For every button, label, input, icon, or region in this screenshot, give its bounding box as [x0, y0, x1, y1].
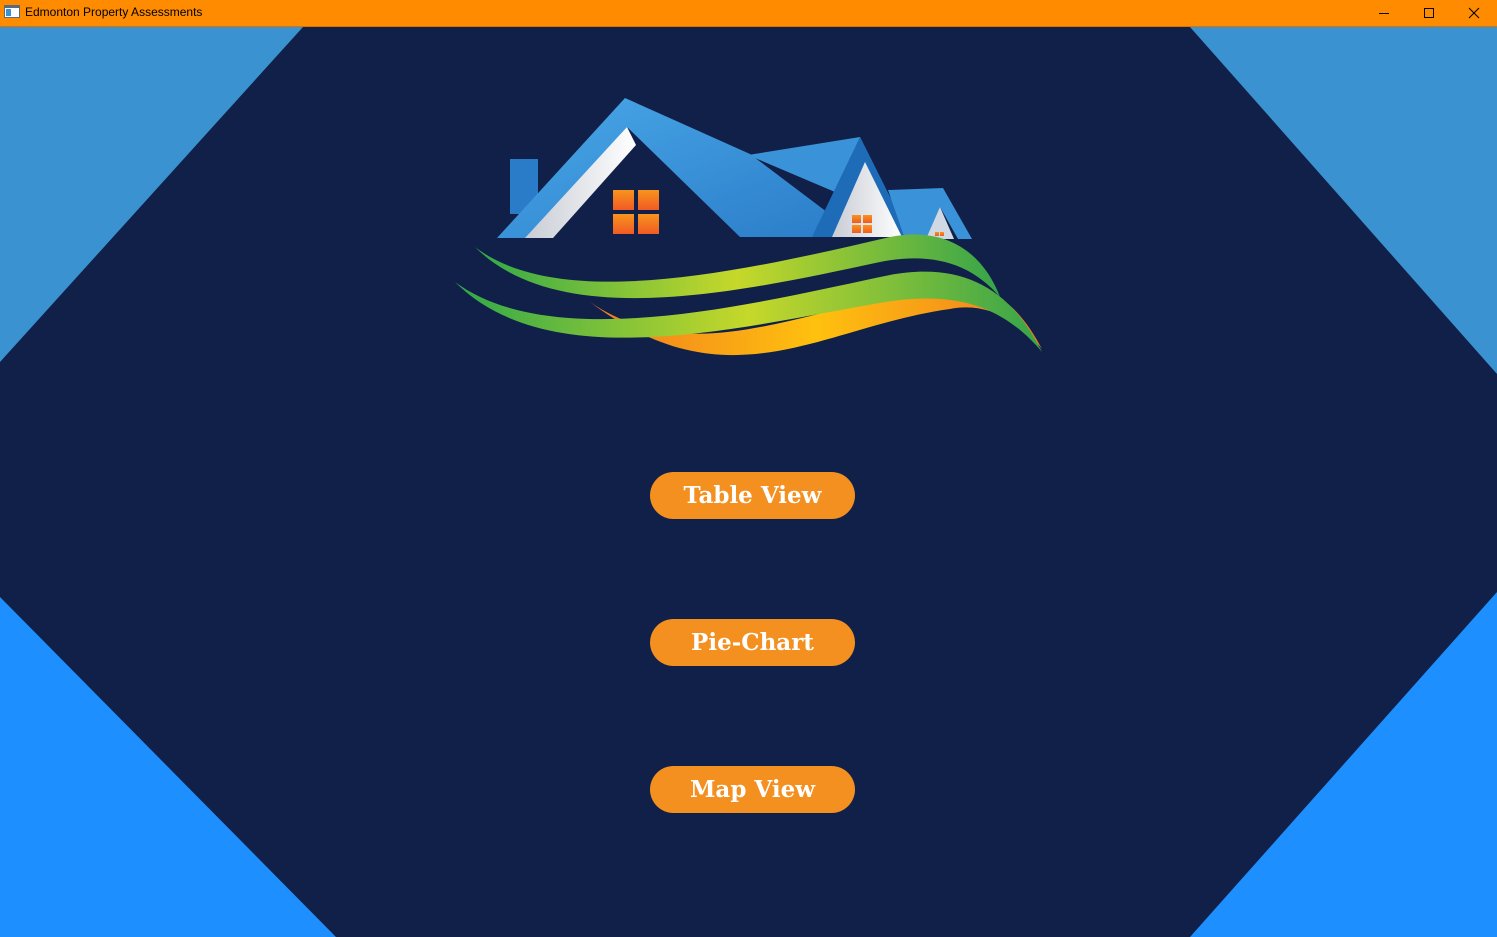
main-content: Table View Pie-Chart Map View — [0, 27, 1497, 937]
app-icon — [4, 5, 20, 18]
corner-top-left — [0, 27, 303, 362]
pie-chart-button[interactable]: Pie-Chart — [650, 619, 855, 666]
maximize-button[interactable] — [1406, 0, 1452, 26]
table-view-button[interactable]: Table View — [650, 472, 855, 519]
close-button[interactable] — [1451, 0, 1497, 26]
maximize-icon — [1424, 8, 1434, 18]
minimize-button[interactable] — [1361, 0, 1407, 26]
corner-top-right — [1190, 27, 1497, 374]
house-logo-icon — [455, 98, 1042, 356]
corner-bottom-right — [1190, 592, 1497, 937]
minimize-icon — [1379, 13, 1389, 14]
window-title-bar[interactable]: Edmonton Property Assessments — [0, 0, 1497, 27]
close-icon — [1468, 7, 1480, 19]
map-view-button[interactable]: Map View — [650, 766, 855, 813]
window-title: Edmonton Property Assessments — [25, 5, 203, 19]
corner-bottom-left — [0, 597, 336, 937]
